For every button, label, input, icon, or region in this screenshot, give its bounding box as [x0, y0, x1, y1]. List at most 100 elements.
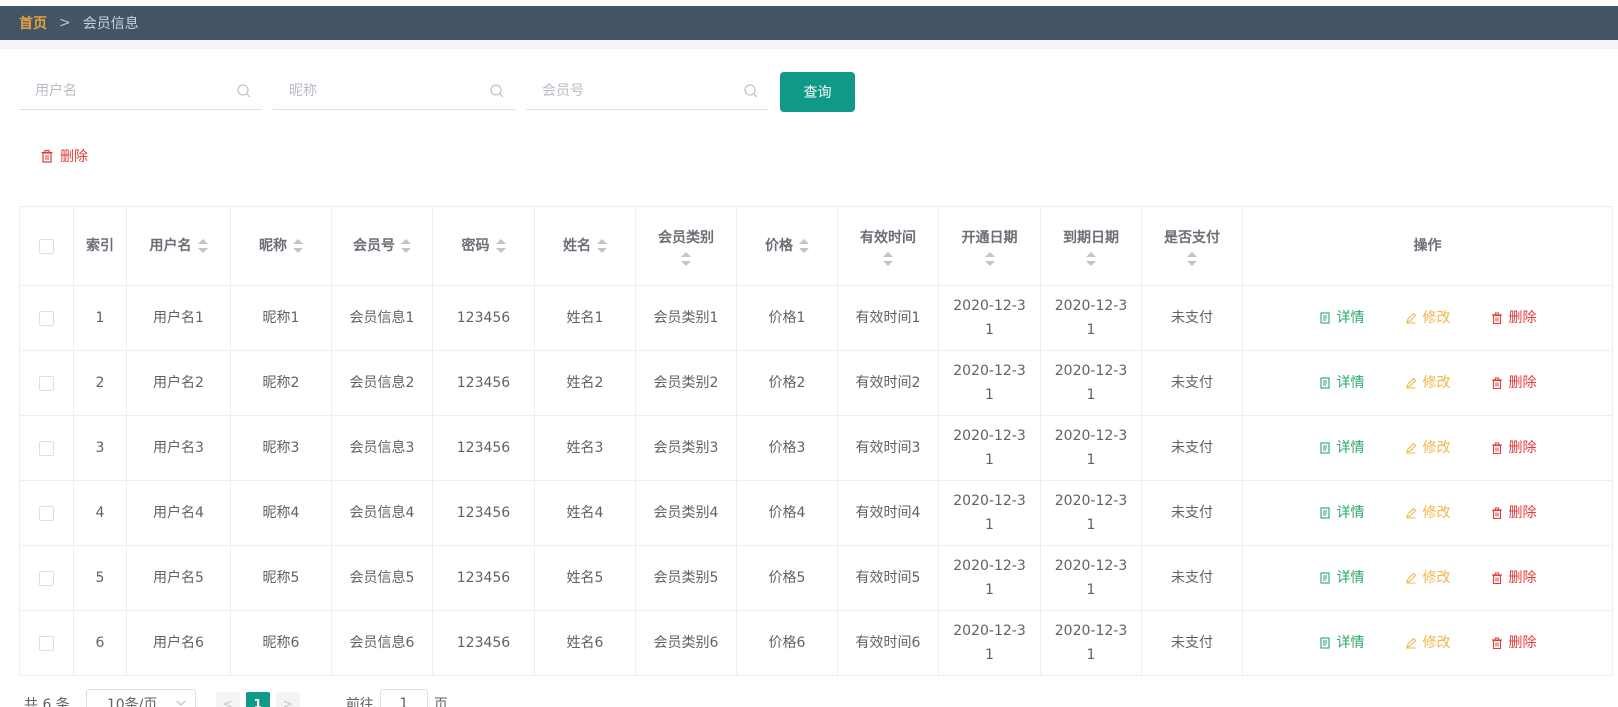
row-actions: 详情 修改 删除 — [1251, 566, 1604, 590]
detail-button[interactable]: 详情 — [1299, 436, 1385, 460]
table-row[interactable]: 3 用户名3 昵称3 会员信息3 123456 姓名3 会员类别3 价格3 有效时间3 2020-… — [19, 415, 1613, 481]
table-row[interactable]: 5 用户名5 昵称5 会员信息5 123456 姓名5 会员类别5 价格5 有效时间5 2020-… — [19, 545, 1613, 611]
delete-button[interactable]: 删除 — [1471, 306, 1557, 330]
header-member-no[interactable]: 会员号 — [331, 206, 433, 286]
sort-icon[interactable] — [799, 239, 809, 253]
cell-valid-time: 有效时间1 — [837, 285, 939, 351]
sort-icon[interactable] — [984, 252, 995, 266]
header-nickname[interactable]: 昵称 — [230, 206, 332, 286]
sort-icon[interactable] — [597, 239, 607, 253]
row-checkbox[interactable] — [39, 635, 54, 651]
prev-page-button[interactable]: < — [215, 692, 240, 707]
select-all-checkbox[interactable] — [39, 238, 54, 254]
edit-icon — [1405, 637, 1416, 649]
batch-delete-button[interactable]: 删除 — [40, 145, 88, 167]
cell-actions: 详情 修改 删除 — [1242, 610, 1613, 676]
document-icon — [1319, 507, 1330, 519]
sort-icon[interactable] — [197, 239, 208, 253]
detail-button[interactable]: 详情 — [1299, 371, 1385, 395]
document-icon — [1319, 312, 1330, 324]
edit-button[interactable]: 修改 — [1385, 566, 1471, 590]
breadcrumb-home[interactable]: 首页 — [19, 13, 47, 33]
edit-button[interactable]: 修改 — [1385, 631, 1471, 655]
header-username[interactable]: 用户名 — [126, 206, 231, 286]
cell-expire-date: 2020-12-31 — [1040, 350, 1142, 416]
header-password[interactable]: 密码 — [432, 206, 535, 286]
row-select-cell — [19, 545, 74, 611]
row-select-cell — [19, 285, 74, 351]
page-size-select[interactable]: 10条/页 — [85, 689, 196, 707]
detail-button[interactable]: 详情 — [1299, 631, 1385, 655]
username-search-input[interactable] — [19, 72, 262, 109]
header-valid-time-label: 有效时间 — [860, 230, 916, 246]
cell-paid: 未支付 — [1141, 480, 1243, 546]
header-member-type[interactable]: 会员类别 — [635, 206, 737, 286]
cell-member-type: 会员类别6 — [635, 610, 737, 676]
sort-icon[interactable] — [401, 239, 411, 253]
delete-button[interactable]: 删除 — [1471, 371, 1557, 395]
sort-icon[interactable] — [1086, 252, 1096, 266]
detail-label: 详情 — [1336, 440, 1365, 456]
cell-member-type: 会员类别2 — [635, 350, 737, 416]
cell-paid: 未支付 — [1141, 610, 1243, 676]
cell-password: 123456 — [432, 610, 535, 676]
delete-button[interactable]: 删除 — [1471, 501, 1557, 525]
table-row[interactable]: 4 用户名4 昵称4 会员信息4 123456 姓名4 会员类别4 价格4 有效时间4 2020-… — [19, 480, 1613, 546]
header-paid[interactable]: 是否支付 — [1141, 206, 1243, 286]
header-expire-date[interactable]: 到期日期 — [1040, 206, 1142, 286]
header-open-date[interactable]: 开通日期 — [938, 206, 1041, 286]
table-row[interactable]: 6 用户名6 昵称6 会员信息6 123456 姓名6 会员类别6 价格6 有效时间6 2020-… — [19, 610, 1613, 676]
edit-button[interactable]: 修改 — [1385, 306, 1471, 330]
cell-password: 123456 — [432, 545, 535, 611]
cell-password: 123456 — [432, 285, 535, 351]
header-valid-time[interactable]: 有效时间 — [837, 206, 939, 286]
cell-name: 姓名4 — [534, 480, 636, 546]
cell-username: 用户名6 — [126, 610, 231, 676]
detail-button[interactable]: 详情 — [1299, 566, 1385, 590]
sort-icon[interactable] — [1187, 252, 1197, 266]
table-row[interactable]: 1 用户名1 昵称1 会员信息1 123456 姓名1 会员类别1 价格1 有效时间1 2020-… — [19, 285, 1613, 351]
cell-nickname: 昵称2 — [230, 350, 332, 416]
search-icon — [490, 84, 504, 98]
trash-icon — [1491, 637, 1502, 649]
edit-button[interactable]: 修改 — [1385, 501, 1471, 525]
edit-button[interactable]: 修改 — [1385, 371, 1471, 395]
detail-button[interactable]: 详情 — [1299, 306, 1385, 330]
edit-label: 修改 — [1422, 505, 1451, 521]
select-all-cell — [19, 206, 74, 286]
sort-icon[interactable] — [293, 239, 303, 253]
search-icon — [744, 84, 758, 98]
edit-icon — [1405, 312, 1416, 324]
page-number-current[interactable]: 1 — [245, 692, 270, 707]
member-no-search-input[interactable] — [526, 72, 769, 109]
delete-button[interactable]: 删除 — [1471, 631, 1557, 655]
nickname-search — [273, 72, 515, 110]
edit-button[interactable]: 修改 — [1385, 436, 1471, 460]
row-select-cell — [19, 415, 74, 481]
cell-username: 用户名4 — [126, 480, 231, 546]
detail-label: 详情 — [1336, 570, 1365, 586]
cell-price: 价格4 — [736, 480, 838, 546]
next-page-button[interactable]: > — [275, 692, 300, 707]
sort-icon[interactable] — [495, 239, 506, 253]
header-price[interactable]: 价格 — [736, 206, 838, 286]
cell-actions: 详情 修改 删除 — [1242, 415, 1613, 481]
row-checkbox[interactable] — [39, 310, 54, 326]
sort-icon[interactable] — [681, 252, 691, 266]
cell-password: 123456 — [432, 480, 535, 546]
delete-button[interactable]: 删除 — [1471, 566, 1557, 590]
row-checkbox[interactable] — [39, 570, 54, 586]
header-name[interactable]: 姓名 — [534, 206, 636, 286]
query-button[interactable]: 查询 — [780, 72, 855, 112]
nickname-search-input[interactable] — [273, 72, 515, 109]
row-checkbox[interactable] — [39, 440, 54, 456]
table-row[interactable]: 2 用户名2 昵称2 会员信息2 123456 姓名2 会员类别2 价格2 有效时间2 2020-… — [19, 350, 1613, 416]
row-checkbox[interactable] — [39, 505, 54, 521]
detail-button[interactable]: 详情 — [1299, 501, 1385, 525]
goto-page-input[interactable] — [379, 689, 428, 707]
row-checkbox[interactable] — [39, 375, 54, 391]
goto-label: 前往 — [345, 697, 374, 707]
cell-expire-date: 2020-12-31 — [1040, 610, 1142, 676]
delete-button[interactable]: 删除 — [1471, 436, 1557, 460]
sort-icon[interactable] — [883, 252, 893, 266]
